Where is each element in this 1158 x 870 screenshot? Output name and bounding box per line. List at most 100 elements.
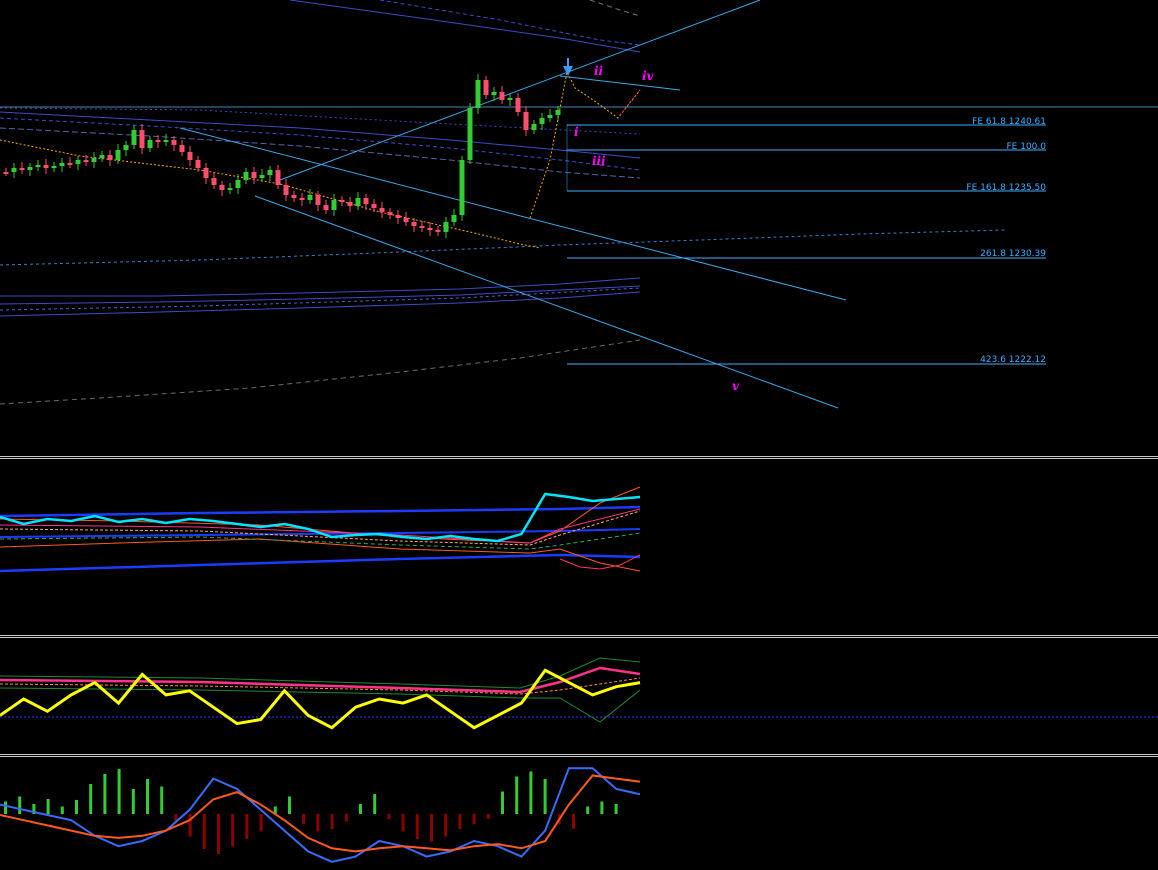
candle-body <box>443 222 449 232</box>
candle-body <box>459 160 465 215</box>
histogram-bar <box>75 800 78 814</box>
histogram-bar <box>387 814 391 819</box>
candle-body <box>139 130 145 148</box>
candle-body <box>163 140 169 142</box>
candle-body <box>83 160 89 162</box>
histogram-bar <box>188 814 192 837</box>
oscillator-1-main-line <box>0 492 641 543</box>
candle-body <box>395 215 401 218</box>
pane-separator[interactable] <box>0 754 1158 755</box>
candle-body <box>235 180 241 188</box>
histogram-bar <box>373 794 377 814</box>
oscillator-1-chart[interactable] <box>0 459 1158 635</box>
pane-separator[interactable] <box>0 456 1158 457</box>
candle-body <box>67 163 73 165</box>
candle-body <box>307 195 313 200</box>
candle-body <box>19 168 25 170</box>
candle-body <box>187 152 193 160</box>
histogram-bar <box>486 814 490 819</box>
candle-body <box>195 160 201 168</box>
channel-upper-line <box>279 0 761 181</box>
histogram-bar <box>543 779 547 814</box>
candle-body <box>219 185 225 190</box>
candle-body <box>131 130 137 145</box>
candle-body <box>483 80 489 95</box>
trend-channels <box>179 0 847 409</box>
upper-band-line <box>289 0 641 53</box>
candle-body <box>99 155 105 158</box>
histogram-bar <box>288 796 291 814</box>
histogram-bar <box>501 791 504 814</box>
candle-body <box>363 198 369 204</box>
channel-line <box>179 127 847 301</box>
zigzag-line <box>529 70 641 219</box>
oscillator-2-pane[interactable] <box>0 638 1158 754</box>
histogram-bar <box>401 814 405 832</box>
oscillator-1-pane[interactable] <box>0 459 1158 635</box>
price-chart[interactable]: FE 61.8 1240.61 FE 100.0 FE 161.8 1235.5… <box>0 0 1158 456</box>
oscillator-3-chart[interactable] <box>0 757 1158 870</box>
candle-body <box>491 92 497 95</box>
candle-body <box>507 98 513 100</box>
histogram-bar <box>4 801 7 814</box>
histogram-bar <box>444 814 448 837</box>
candle-body <box>123 145 129 150</box>
histogram-bar <box>515 776 519 814</box>
histogram-bar <box>231 814 235 847</box>
candle-body <box>539 118 545 124</box>
wave-label-iv: iv <box>642 69 655 83</box>
histogram-bar <box>529 771 533 814</box>
candle-body <box>403 218 409 222</box>
histogram-bar <box>46 799 50 814</box>
candle-body <box>355 198 361 206</box>
histogram-bar <box>202 814 206 849</box>
candle-body <box>171 140 177 145</box>
channel-line <box>559 75 681 91</box>
price-chart-pane[interactable]: FE 61.8 1240.61 FE 100.0 FE 161.8 1235.5… <box>0 0 1158 456</box>
histogram-bar <box>117 769 121 814</box>
indicator-bands <box>0 0 1158 405</box>
histogram-bar <box>458 814 462 829</box>
candle-body <box>3 172 9 174</box>
candle-body <box>227 188 233 190</box>
oscillator-3-pane[interactable] <box>0 757 1158 870</box>
candle-body <box>299 198 305 200</box>
upper-band-line <box>379 0 641 46</box>
candle-body <box>467 108 473 160</box>
candle-body <box>115 150 121 160</box>
candle-body <box>547 115 553 118</box>
lower-band-line <box>0 277 641 297</box>
histogram-bar <box>600 801 604 814</box>
candle-body <box>243 172 249 180</box>
histogram-bar <box>103 774 107 814</box>
histogram-bar <box>146 779 149 814</box>
long-ma-line <box>0 339 641 405</box>
pane-separator[interactable] <box>0 635 1158 636</box>
candle-body <box>291 195 297 198</box>
oscillator-2-chart[interactable] <box>0 638 1158 754</box>
histogram-bar <box>60 806 64 814</box>
elliott-wave-labels: i ii iii iv v <box>574 64 740 393</box>
candle-body <box>59 163 65 166</box>
upper-band-line <box>589 0 641 17</box>
candle-body <box>515 98 521 112</box>
histogram-bar <box>344 814 348 822</box>
candle-body <box>203 168 209 178</box>
candle-body <box>35 165 41 167</box>
candle-body <box>411 222 417 226</box>
candle-body <box>531 124 537 130</box>
ma-dotted-line <box>0 229 1006 266</box>
candle-body <box>251 172 257 178</box>
candle-body <box>155 140 161 142</box>
candles <box>3 74 561 238</box>
candle-body <box>523 112 529 130</box>
candle-body <box>91 158 97 162</box>
histogram-bar <box>259 814 263 832</box>
candle-body <box>323 205 329 210</box>
wave-label-iii: iii <box>592 154 606 168</box>
candle-body <box>259 175 265 178</box>
histogram-bar <box>430 814 433 842</box>
candle-body <box>43 165 49 168</box>
histogram-bar <box>330 814 334 829</box>
histogram-bar <box>89 784 93 814</box>
